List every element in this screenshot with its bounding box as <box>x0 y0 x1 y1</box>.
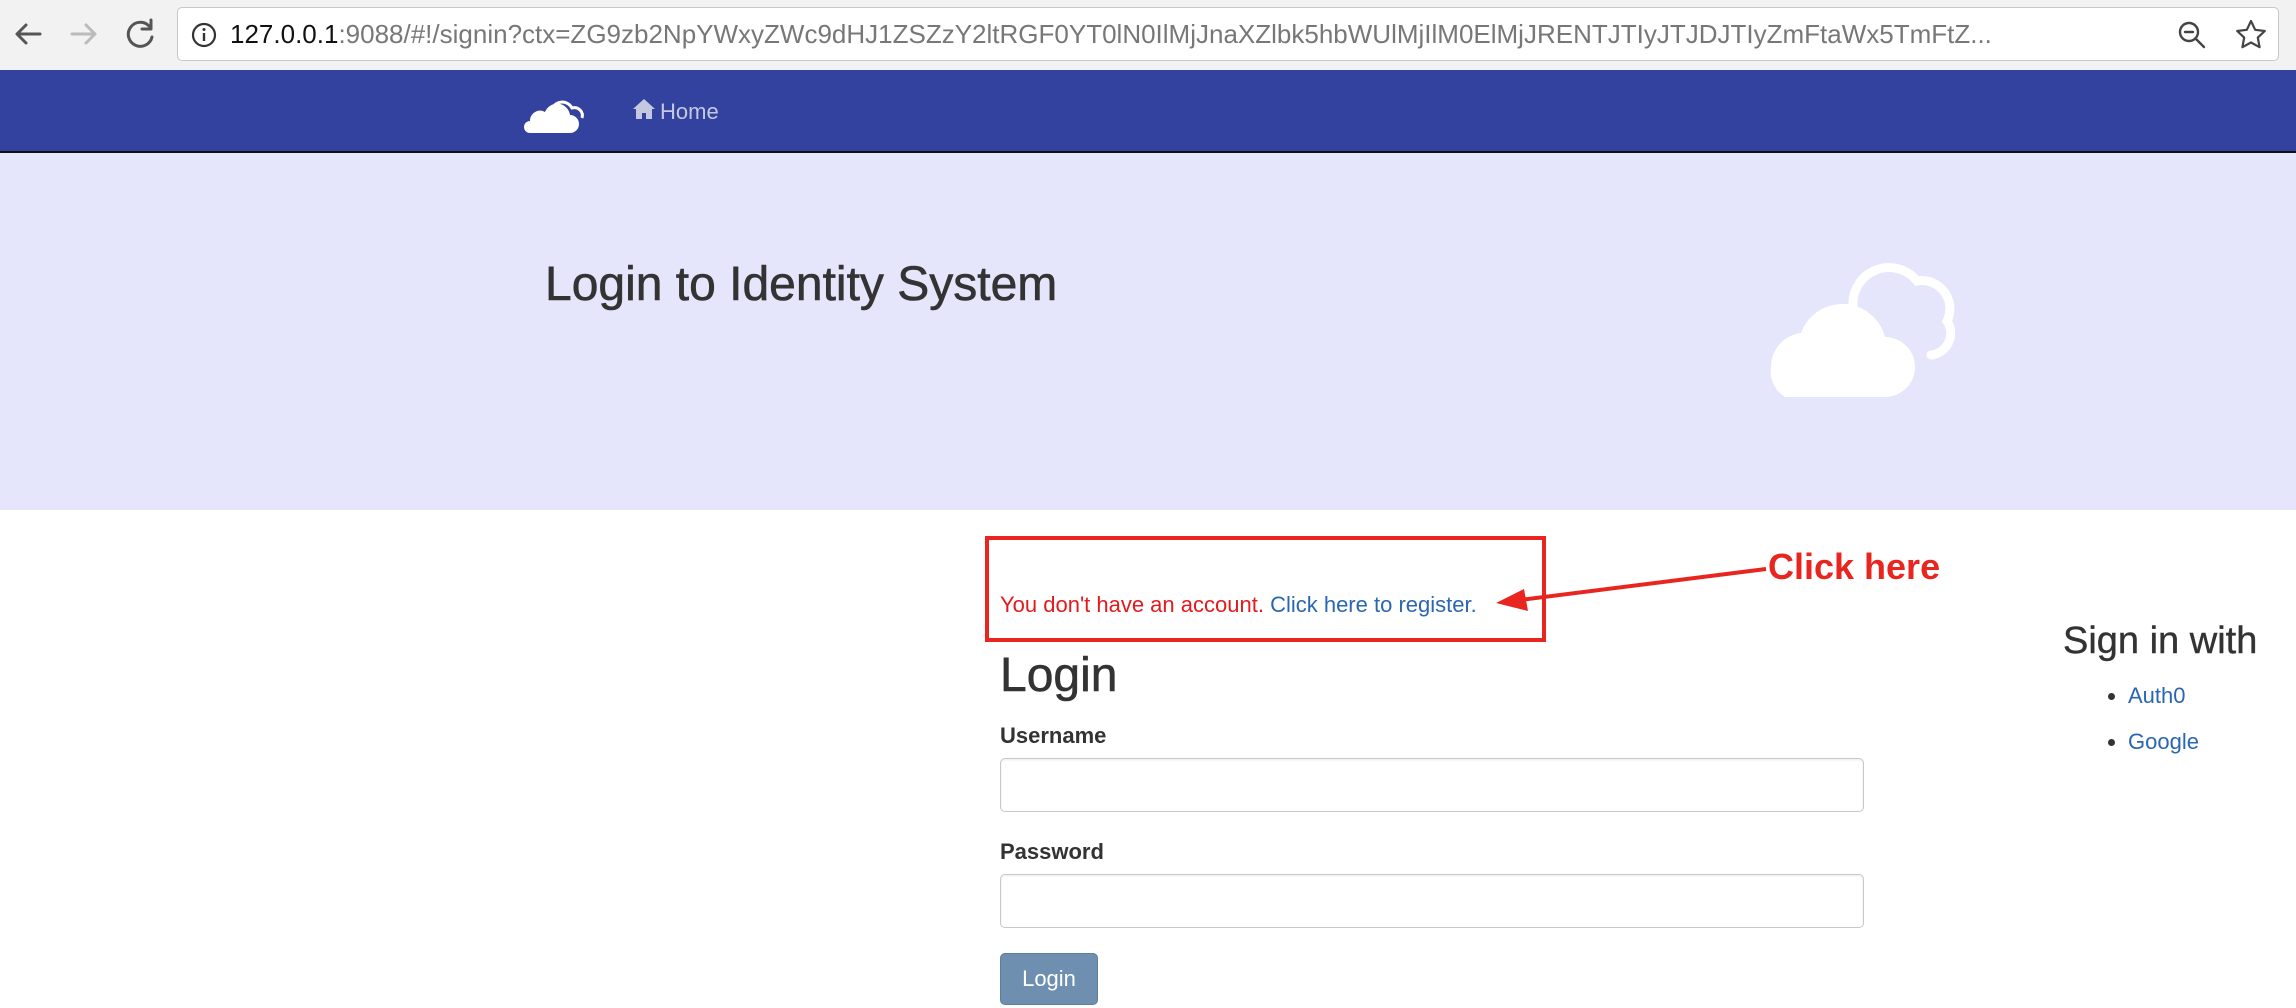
info-icon[interactable] <box>190 21 218 54</box>
cloud-illustration-icon <box>1755 261 1970 406</box>
url-path: :9088/#!/signin?ctx=ZG9zb2NpYWxyZWc9dHJ1… <box>338 19 1992 49</box>
cloud-logo-icon[interactable] <box>518 97 588 140</box>
username-label: Username <box>1000 723 1107 748</box>
annotation-label: Click here <box>1768 546 1941 587</box>
external-signin-heading: Sign in with <box>2063 620 2258 662</box>
back-arrow-icon[interactable] <box>6 12 50 56</box>
address-bar[interactable]: 127.0.0.1:9088/#!/signin?ctx=ZG9zb2NpYWx… <box>177 7 2279 61</box>
username-input[interactable] <box>1000 758 1864 812</box>
nav-home-link[interactable]: Home <box>632 98 719 126</box>
forward-arrow-icon[interactable] <box>62 12 106 56</box>
login-button[interactable]: Login <box>1000 953 1098 1005</box>
page-title: Login to Identity System <box>545 258 1058 312</box>
reload-icon[interactable] <box>118 12 162 56</box>
zoom-icon[interactable] <box>2176 19 2208 56</box>
password-input[interactable] <box>1000 874 1864 928</box>
annotation-arrow <box>1496 567 1767 611</box>
alert-message: You don't have an account. <box>1000 592 1264 617</box>
list-item: Google <box>2128 724 2199 770</box>
url-text: 127.0.0.1:9088/#!/signin?ctx=ZG9zb2NpYWx… <box>230 19 2190 50</box>
provider-link-google[interactable]: Google <box>2128 729 2199 754</box>
no-account-alert: You don't have an account. Click here to… <box>1000 592 1477 618</box>
nav-home-label: Home <box>660 99 719 124</box>
provider-link-auth0[interactable]: Auth0 <box>2128 683 2186 708</box>
app-navbar: Home <box>0 70 2296 153</box>
bookmark-star-icon[interactable] <box>2234 18 2268 57</box>
provider-list: Auth0 Google <box>2100 678 2199 770</box>
register-link[interactable]: Click here to register. <box>1270 592 1477 617</box>
browser-toolbar: 127.0.0.1:9088/#!/signin?ctx=ZG9zb2NpYWx… <box>0 0 2296 71</box>
list-item: Auth0 <box>2128 678 2199 724</box>
jumbotron: Login to Identity System <box>0 153 2296 510</box>
home-icon <box>632 98 656 126</box>
annotation-highlight-box <box>985 536 1546 642</box>
login-heading: Login <box>1000 649 1118 703</box>
url-host: 127.0.0.1 <box>230 19 339 49</box>
password-label: Password <box>1000 839 1104 864</box>
